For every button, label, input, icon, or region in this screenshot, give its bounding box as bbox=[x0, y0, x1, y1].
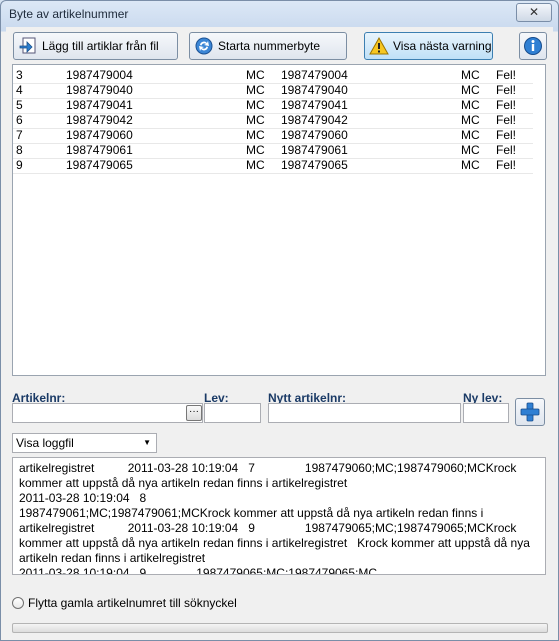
table-cell: Fel! bbox=[496, 98, 517, 112]
client-area: Lägg till artiklar från fil Starta numme… bbox=[6, 27, 553, 635]
table-cell: Fel! bbox=[496, 128, 517, 142]
table-cell: 1987479065 bbox=[281, 158, 348, 172]
window-title: Byte av artikelnummer bbox=[9, 7, 129, 21]
progress-bar bbox=[12, 623, 548, 633]
info-button[interactable] bbox=[519, 32, 547, 60]
table-cell: MC bbox=[461, 98, 480, 112]
table-cell: 1987479040 bbox=[66, 83, 133, 97]
table-cell: MC bbox=[461, 143, 480, 157]
log-view-select[interactable]: Visa loggfil ▼ bbox=[12, 433, 157, 453]
main-window: Byte av artikelnummer ✕ Lägg till artikl… bbox=[0, 0, 559, 641]
table-cell: 1987479042 bbox=[281, 113, 348, 127]
table-cell: 1987479004 bbox=[281, 68, 348, 82]
table-row[interactable]: 8 1987479061 MC 1987479061 MC Fel! bbox=[13, 143, 533, 159]
log-textbox[interactable]: artikelregistret 2011-03-28 10:19:04 7 1… bbox=[12, 457, 546, 575]
title-bar: Byte av artikelnummer ✕ bbox=[1, 1, 558, 27]
table-cell: 5 bbox=[16, 98, 23, 112]
move-old-number-label: Flytta gamla artikelnumret till söknycke… bbox=[28, 596, 237, 610]
plus-icon bbox=[520, 402, 540, 422]
table-cell: 1987479065 bbox=[66, 158, 133, 172]
table-cell: 1987479061 bbox=[281, 143, 348, 157]
add-row-button[interactable] bbox=[515, 398, 545, 426]
table-row[interactable]: 6 1987479042 MC 1987479042 MC Fel! bbox=[13, 113, 533, 129]
table-cell: 1987479060 bbox=[281, 128, 348, 142]
warning-icon bbox=[369, 36, 389, 55]
show-next-warning-label: Visa nästa varning bbox=[393, 39, 492, 53]
table-cell: MC bbox=[246, 98, 265, 112]
lev-input[interactable] bbox=[204, 403, 261, 423]
table-cell: 1987479004 bbox=[66, 68, 133, 82]
table-cell: 1987479061 bbox=[66, 143, 133, 157]
new-article-input[interactable] bbox=[268, 403, 461, 423]
table-cell: MC bbox=[461, 68, 480, 82]
table-cell: 6 bbox=[16, 113, 23, 127]
table-cell: MC bbox=[246, 68, 265, 82]
table-cell: MC bbox=[461, 158, 480, 172]
start-renumber-label: Starta nummerbyte bbox=[218, 39, 321, 53]
artikelnr-input[interactable] bbox=[12, 403, 203, 423]
show-next-warning-button[interactable]: Visa nästa varning bbox=[364, 32, 493, 60]
move-old-number-radio[interactable] bbox=[12, 597, 24, 609]
table-row[interactable]: 5 1987479041 MC 1987479041 MC Fel! bbox=[13, 98, 533, 114]
table-cell: 1987479042 bbox=[66, 113, 133, 127]
table-cell: MC bbox=[246, 113, 265, 127]
table-cell: 1987479041 bbox=[281, 98, 348, 112]
table-row[interactable]: 4 1987479040 MC 1987479040 MC Fel! bbox=[13, 83, 533, 99]
table-row[interactable]: 7 1987479060 MC 1987479060 MC Fel! bbox=[13, 128, 533, 144]
table-cell: MC bbox=[246, 143, 265, 157]
import-file-icon bbox=[19, 37, 36, 54]
table-cell: Fel! bbox=[496, 158, 517, 172]
table-cell: 9 bbox=[16, 158, 23, 172]
table-cell: MC bbox=[246, 128, 265, 142]
refresh-icon bbox=[195, 37, 213, 55]
table-cell: Fel! bbox=[496, 143, 517, 157]
table-cell: 8 bbox=[16, 143, 23, 157]
table-cell: Fel! bbox=[496, 83, 517, 97]
table-cell: 7 bbox=[16, 128, 23, 142]
browse-button[interactable]: ··· bbox=[186, 405, 202, 421]
table-cell: 1987479040 bbox=[281, 83, 348, 97]
table-cell: 4 bbox=[16, 83, 23, 97]
info-icon bbox=[524, 37, 542, 55]
table-cell: MC bbox=[246, 83, 265, 97]
table-cell: MC bbox=[461, 128, 480, 142]
chevron-down-icon: ▼ bbox=[143, 438, 151, 447]
start-renumber-button[interactable]: Starta nummerbyte bbox=[189, 32, 347, 60]
table-cell: Fel! bbox=[496, 113, 517, 127]
article-grid[interactable]: 3 1987479004 MC 1987479004 MC Fel! 4 198… bbox=[12, 64, 546, 376]
table-cell: MC bbox=[461, 83, 480, 97]
table-cell: Fel! bbox=[496, 68, 517, 82]
table-cell: MC bbox=[246, 158, 265, 172]
log-view-selected: Visa loggfil bbox=[16, 436, 74, 450]
table-cell: 1987479041 bbox=[66, 98, 133, 112]
table-row[interactable]: 3 1987479004 MC 1987479004 MC Fel! bbox=[13, 68, 533, 84]
table-row[interactable]: 9 1987479065 MC 1987479065 MC Fel! bbox=[13, 158, 533, 174]
new-supplier-input[interactable] bbox=[463, 403, 509, 423]
add-articles-label: Lägg till artiklar från fil bbox=[42, 39, 159, 53]
table-cell: MC bbox=[461, 113, 480, 127]
table-cell: 1987479060 bbox=[66, 128, 133, 142]
add-articles-from-file-button[interactable]: Lägg till artiklar från fil bbox=[13, 32, 178, 60]
table-cell: 3 bbox=[16, 68, 23, 82]
close-button[interactable]: ✕ bbox=[516, 3, 552, 22]
